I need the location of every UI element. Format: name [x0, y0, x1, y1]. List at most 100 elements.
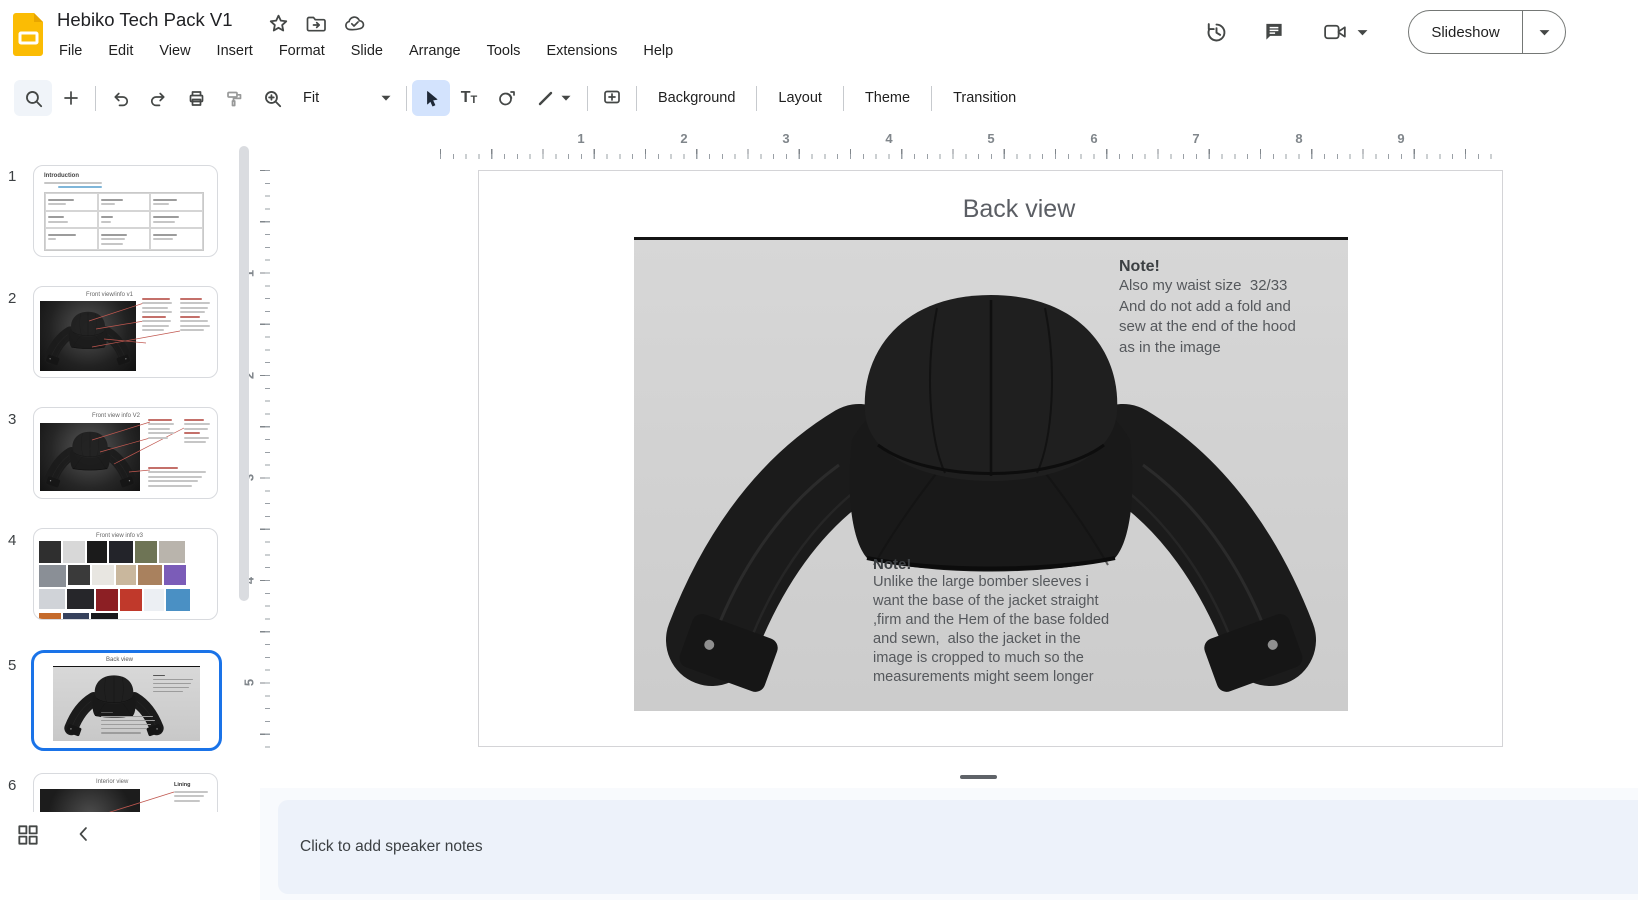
grid-view-icon[interactable]	[15, 822, 41, 848]
note-bottom-heading: Note!	[873, 556, 1143, 573]
slide-thumbnail-6[interactable]: Interior view Lining	[33, 773, 218, 812]
line-tool-icon[interactable]	[537, 90, 554, 107]
note-top-body: Also my waist size 32/33 And do not add …	[1119, 276, 1349, 358]
menu-slide[interactable]: Slide	[338, 39, 396, 63]
slide-thumbnail-2[interactable]: Front view/info v1	[33, 286, 218, 378]
meet-camera-icon[interactable]	[1322, 20, 1349, 44]
toolbar-divider	[931, 86, 932, 111]
cloud-status-icon[interactable]	[343, 14, 367, 34]
document-title[interactable]: Hebiko Tech Pack V1	[57, 9, 233, 31]
ruler-number: 6	[1087, 131, 1101, 146]
speaker-notes-input[interactable]: Click to add speaker notes	[278, 800, 1638, 894]
line-tool-group	[526, 80, 582, 116]
paint-format-icon[interactable]	[215, 80, 253, 116]
filmstrip: 1 Introduction 2	[0, 130, 256, 812]
ruler-horizontal[interactable]	[440, 147, 1503, 159]
menu-edit[interactable]: Edit	[95, 39, 146, 63]
slide-number: 3	[8, 411, 30, 428]
textbox-tool-icon[interactable]: TT	[450, 80, 488, 116]
ruler-number: 1	[574, 131, 588, 146]
note-top-heading: Note!	[1119, 258, 1349, 276]
thumb-title: Back view	[106, 657, 133, 663]
slideshow-button-group: Slideshow	[1408, 10, 1566, 54]
zoom-icon[interactable]	[253, 80, 291, 116]
theme-button[interactable]: Theme	[849, 80, 926, 116]
slide-thumbnail-5[interactable]: Back view	[31, 650, 222, 751]
zoom-fit-select[interactable]: Fit	[291, 80, 401, 116]
thumb-label: Lining	[174, 782, 212, 788]
star-icon[interactable]	[268, 13, 289, 34]
comments-icon[interactable]	[1262, 20, 1286, 44]
move-folder-icon[interactable]	[305, 14, 327, 34]
toolbar-divider	[406, 86, 407, 111]
menu-extensions[interactable]: Extensions	[533, 39, 630, 63]
slide-thumbnail-4[interactable]: Front view info v3	[33, 528, 218, 620]
slide-thumbnail-1[interactable]: Introduction	[33, 165, 218, 257]
notes-resize-handle[interactable]	[960, 775, 997, 779]
toolbar-divider	[95, 86, 96, 111]
transition-button[interactable]: Transition	[937, 80, 1032, 116]
slide-page[interactable]: Back view Note! Also my waist size 32/33…	[478, 170, 1503, 747]
thumb-image	[53, 666, 200, 741]
jacket-image[interactable]: Note! Also my waist size 32/33 And do no…	[634, 240, 1348, 711]
ruler-number: 9	[1394, 131, 1408, 146]
menu-view[interactable]: View	[146, 39, 203, 63]
ruler-number: 8	[1292, 131, 1306, 146]
menu-format[interactable]: Format	[266, 39, 338, 63]
thumb-title: Introduction	[44, 173, 207, 179]
toolbar-divider	[587, 86, 588, 111]
insert-comment-icon[interactable]	[593, 80, 631, 116]
print-icon[interactable]	[177, 80, 215, 116]
thumb-table	[44, 192, 204, 251]
menu-arrange[interactable]: Arrange	[396, 39, 474, 63]
thumb-moodboard	[39, 541, 212, 620]
slide-number: 1	[8, 168, 30, 185]
toolbar-divider	[843, 86, 844, 111]
menu-tools[interactable]: Tools	[474, 39, 534, 63]
select-tool-icon[interactable]	[412, 80, 450, 116]
menu-bar: File Edit View Insert Format Slide Arran…	[46, 39, 686, 63]
slide-number: 4	[8, 532, 30, 549]
new-slide-plus-icon[interactable]	[52, 80, 90, 116]
shape-tool-icon[interactable]	[488, 80, 526, 116]
menu-help[interactable]: Help	[630, 39, 686, 63]
background-button[interactable]: Background	[642, 80, 751, 116]
ruler-number: 4	[882, 131, 896, 146]
toolbar-divider	[636, 86, 637, 111]
ruler-number: 2	[677, 131, 691, 146]
toolbar: Fit TT Background Layout Theme Transitio…	[14, 80, 1032, 116]
slide-thumbnail-3[interactable]: Front view info V2	[33, 407, 218, 499]
slide-number: 5	[8, 657, 30, 674]
slideshow-dropdown[interactable]	[1523, 29, 1565, 36]
slide-number: 2	[8, 290, 30, 307]
redo-icon[interactable]	[139, 80, 177, 116]
line-tool-caret[interactable]	[561, 95, 571, 101]
filmstrip-footer	[0, 812, 260, 900]
note-bottom[interactable]: Note! Unlike the large bomber sleeves i …	[873, 556, 1143, 687]
slides-logo-icon[interactable]	[10, 11, 46, 58]
layout-button[interactable]: Layout	[762, 80, 838, 116]
filmstrip-scrollbar[interactable]	[239, 146, 249, 601]
ruler-vertical[interactable]	[258, 170, 270, 748]
speaker-notes-placeholder: Click to add speaker notes	[300, 838, 483, 856]
slideshow-button[interactable]: Slideshow	[1409, 24, 1522, 41]
search-menus-icon[interactable]	[14, 80, 52, 116]
slides-app-window: Hebiko Tech Pack V1 File Edit View Inser…	[0, 0, 1638, 900]
toolbar-divider	[756, 86, 757, 111]
undo-icon[interactable]	[101, 80, 139, 116]
slide-title[interactable]: Back view	[819, 195, 1219, 224]
chevron-down-icon	[381, 95, 391, 101]
menu-file[interactable]: File	[46, 39, 95, 63]
zoom-fit-label: Fit	[303, 90, 319, 106]
thumb-title: Front view info v3	[96, 533, 143, 539]
collapse-filmstrip-icon[interactable]	[74, 824, 94, 844]
menu-insert[interactable]: Insert	[204, 39, 266, 63]
camera-dropdown-icon[interactable]	[1357, 29, 1368, 36]
ruler-number: 7	[1189, 131, 1203, 146]
slide-number: 6	[8, 777, 30, 794]
note-bottom-body: Unlike the large bomber sleeves i want t…	[873, 573, 1143, 687]
ruler-number: 5	[984, 131, 998, 146]
note-top[interactable]: Note! Also my waist size 32/33 And do no…	[1119, 258, 1349, 358]
version-history-icon[interactable]	[1204, 20, 1229, 45]
ruler-number: 3	[779, 131, 793, 146]
